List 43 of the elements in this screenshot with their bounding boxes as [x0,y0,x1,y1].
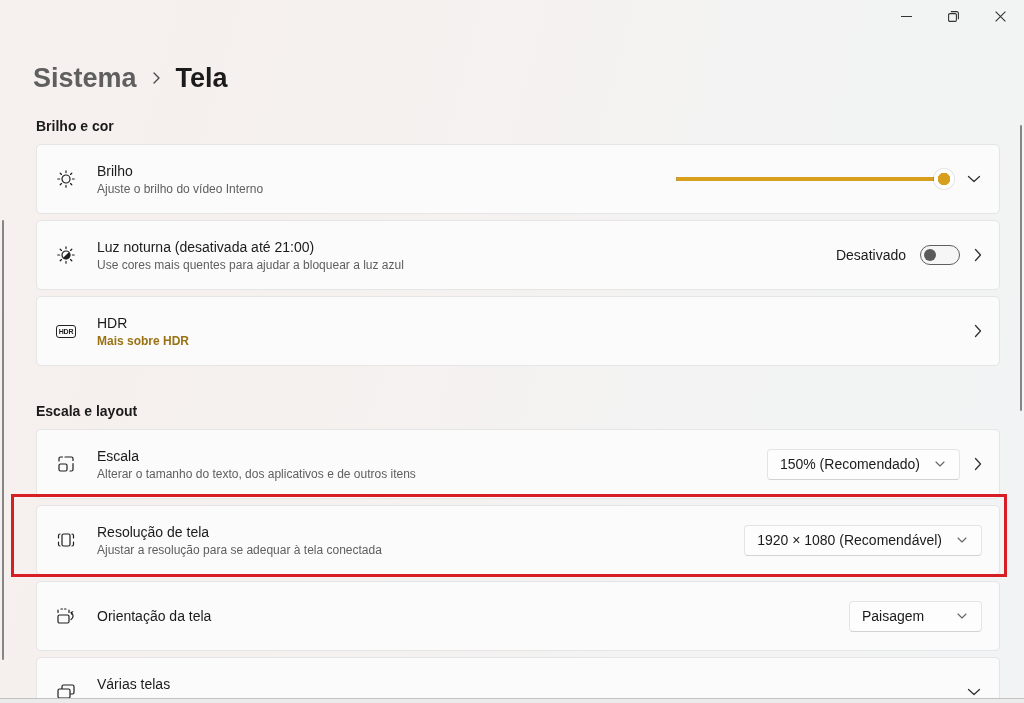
half-sun-icon [56,245,76,265]
chevron-down-icon [957,537,967,543]
settings-card[interactable]: Escala Alterar o tamanho do texto, dos aplicativos e de outros itens 150% (Recomendado) [36,429,1000,499]
toggle-switch[interactable] [920,245,960,265]
breadcrumb-item[interactable]: Sistema [33,58,137,98]
two-monitors-icon [56,682,76,698]
setting-title: Orientação da tela [97,606,212,626]
chevron-down-icon [957,613,967,619]
close-icon [995,10,1006,22]
setting-title: Resolução de tela [97,522,210,542]
settings-card[interactable]: Brilho Ajuste o brilho do vídeo Interno [36,144,1000,214]
breadcrumb-item[interactable]: Tela [175,58,228,98]
setting-title: HDR [97,313,128,333]
chevron-down-icon[interactable] [967,175,981,183]
breadcrumb-separator-icon [152,72,160,84]
restore-icon [948,10,959,22]
setting-description: Ajuste o brilho do vídeo Interno [97,180,264,197]
chevron-down-icon [935,461,945,467]
section-heading: Brilho e cor [36,117,115,136]
resolution-icon [56,530,76,550]
setting-description: Use cores mais quentes para ajudar a bloquear a luz azul [97,256,404,273]
setting-title: Várias telas [97,675,171,694]
slider-thumb[interactable] [934,169,954,189]
setting-description: Ajustar a resolução para se adequar à tela conectada [97,541,382,558]
rotate-screen-icon [56,606,76,626]
setting-title: Escala [97,446,140,466]
settings-card[interactable]: Várias telas [36,657,1000,698]
setting-title: Luz noturna (desativada até 21:00) [97,237,315,257]
value-dropdown[interactable]: 1920 × 1080 (Recomendável) [744,524,982,556]
minimize-icon [901,15,912,17]
value-dropdown[interactable]: 150% (Recomendado) [766,448,960,480]
scrollbar-thumb[interactable] [2,220,4,660]
value-dropdown[interactable]: Paisagem [849,600,982,632]
setting-description: Alterar o tamanho do texto, dos aplicativos e de outros itens [97,465,416,482]
scale-icon [56,454,76,474]
setting-title: Brilho [97,161,133,181]
sun-icon [56,169,76,189]
toggle-state-label: Desativado [835,245,906,265]
scrollbar-thumb[interactable] [1020,125,1022,411]
more-info-link[interactable]: Mais sobre HDR [97,332,190,349]
chevron-down-icon[interactable] [967,688,981,696]
section-heading: Escala e layout [36,402,139,421]
settings-card[interactable]: Luz noturna (desativada até 21:00) Use cores mais quentes para ajudar a bloquear a luz azul Desativado [36,220,1000,290]
